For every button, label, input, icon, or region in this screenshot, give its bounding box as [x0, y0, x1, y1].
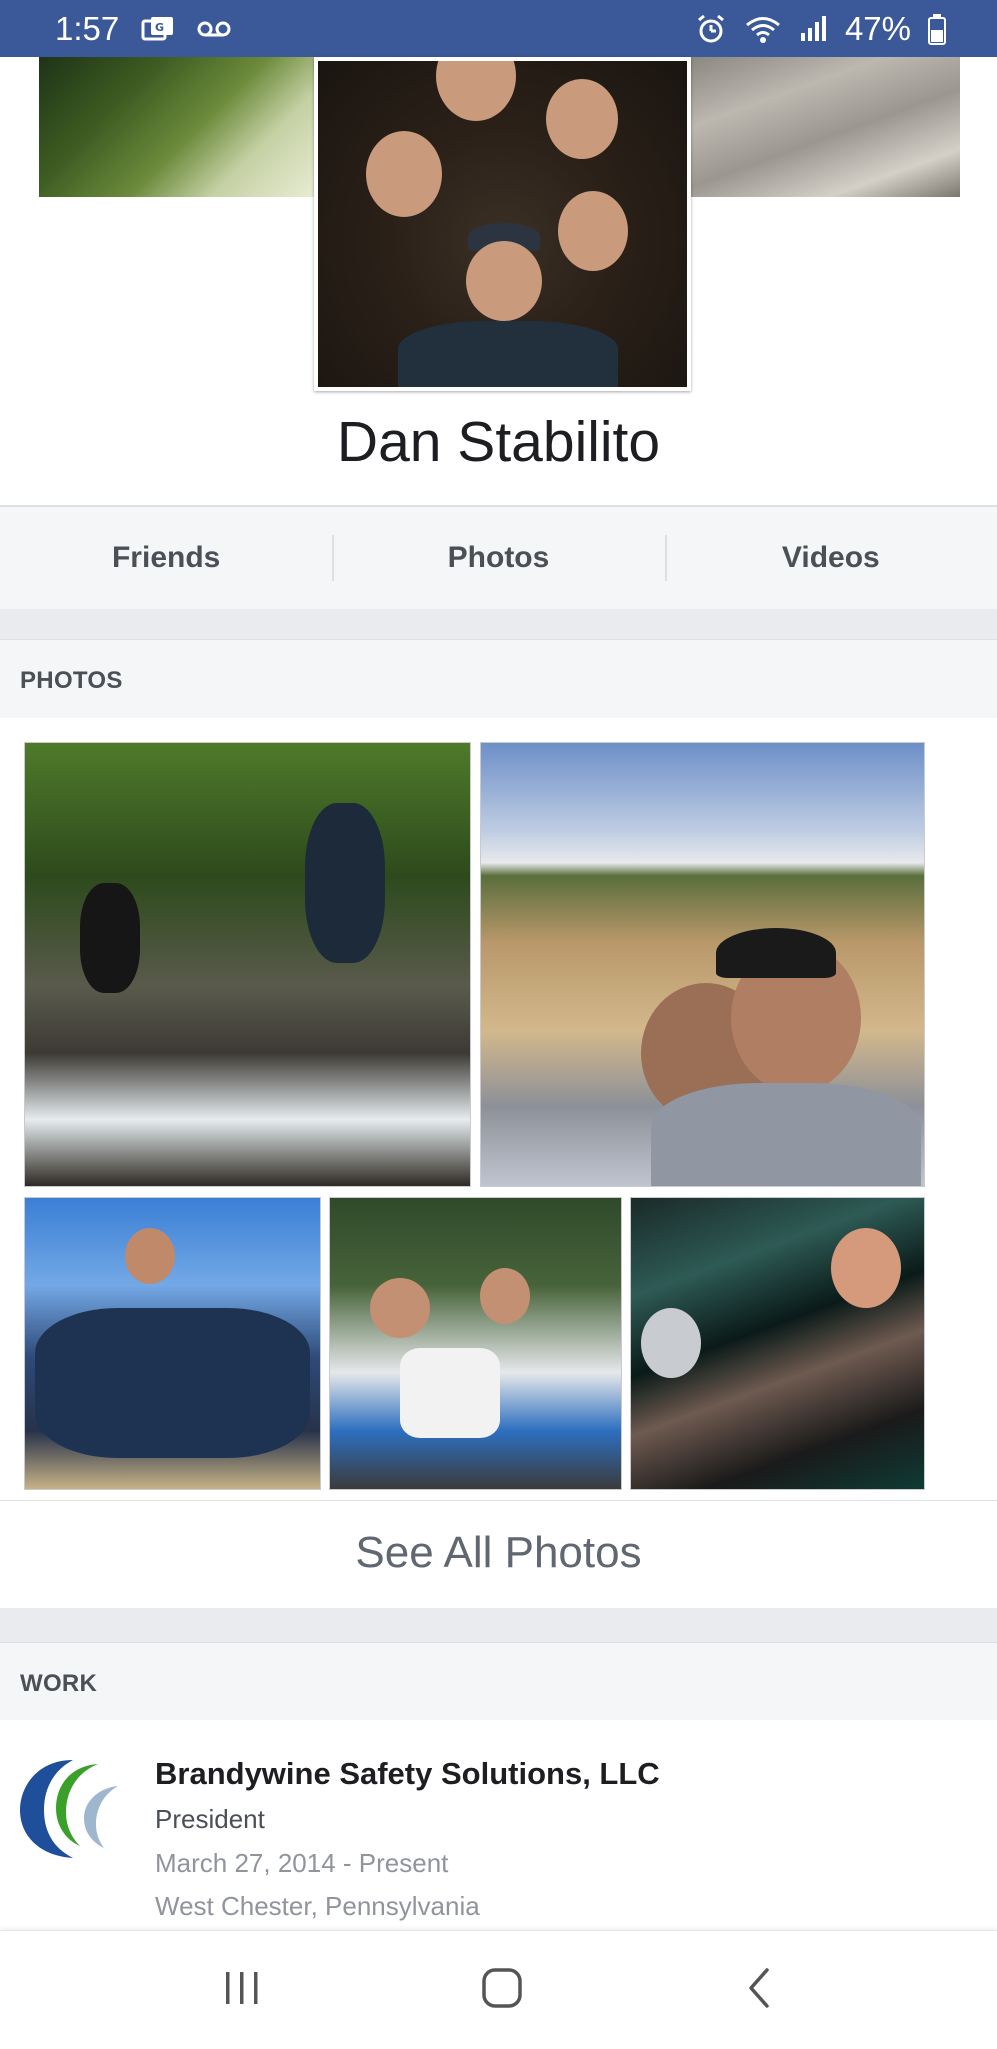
tab-videos[interactable]: Videos — [664, 535, 997, 581]
profile-header: Dan Stabilito — [0, 57, 997, 502]
back-icon — [745, 1966, 775, 2015]
back-button[interactable] — [730, 1965, 790, 2015]
profile-tabs: Friends Photos Videos — [0, 505, 997, 611]
job-title: President — [155, 1804, 265, 1834]
cover-photo-right[interactable] — [687, 57, 960, 197]
tab-photos[interactable]: Photos — [332, 535, 664, 581]
home-button[interactable] — [472, 1965, 532, 2015]
work-entry[interactable]: Brandywine Safety Solutions, LLC Preside… — [0, 1720, 997, 1930]
profile-name: Dan Stabilito — [336, 410, 661, 474]
battery-icon — [927, 13, 947, 45]
photos-grid: See All Photos — [0, 718, 997, 1606]
wifi-icon — [743, 14, 783, 44]
tab-friends[interactable]: Friends — [0, 541, 332, 575]
job-location: West Chester, Pennsylvania — [155, 1891, 480, 1921]
signal-icon — [799, 15, 829, 43]
section-divider — [0, 1608, 997, 1642]
field-selfie-photo[interactable] — [480, 742, 925, 1187]
job-dates: March 27, 2014 - Present — [155, 1848, 449, 1878]
recents-icon — [222, 1969, 262, 2012]
home-icon — [480, 1966, 524, 2015]
work-section-header: WORK — [0, 1642, 997, 1721]
recents-button[interactable] — [212, 1965, 272, 2015]
section-divider — [0, 609, 997, 639]
svg-text:G: G — [155, 21, 164, 34]
forest-family-photo[interactable] — [329, 1197, 622, 1490]
photos-heading: PHOTOS — [20, 667, 123, 694]
beach-family-photo[interactable] — [24, 1197, 321, 1490]
see-all-photos-button[interactable]: See All Photos — [0, 1500, 997, 1605]
trophy-celebration-photo[interactable] — [630, 1197, 925, 1490]
voicemail-icon — [197, 19, 231, 39]
waterfall-family-photo[interactable] — [24, 742, 471, 1187]
alarm-icon — [695, 13, 727, 45]
status-bar: 1:57 G 47% — [0, 0, 997, 57]
system-nav-bar — [0, 1930, 997, 2049]
cover-photo-left[interactable] — [39, 57, 314, 197]
company-name[interactable]: Brandywine Safety Solutions, LLC — [155, 1756, 660, 1792]
battery-percent: 47% — [844, 9, 911, 47]
work-heading: WORK — [20, 1670, 98, 1697]
vpn-icon: G — [141, 15, 175, 43]
photos-section-header: PHOTOS — [0, 639, 997, 718]
clock: 1:57 — [55, 9, 120, 47]
profile-picture[interactable] — [314, 57, 691, 391]
company-logo — [18, 1756, 136, 1862]
